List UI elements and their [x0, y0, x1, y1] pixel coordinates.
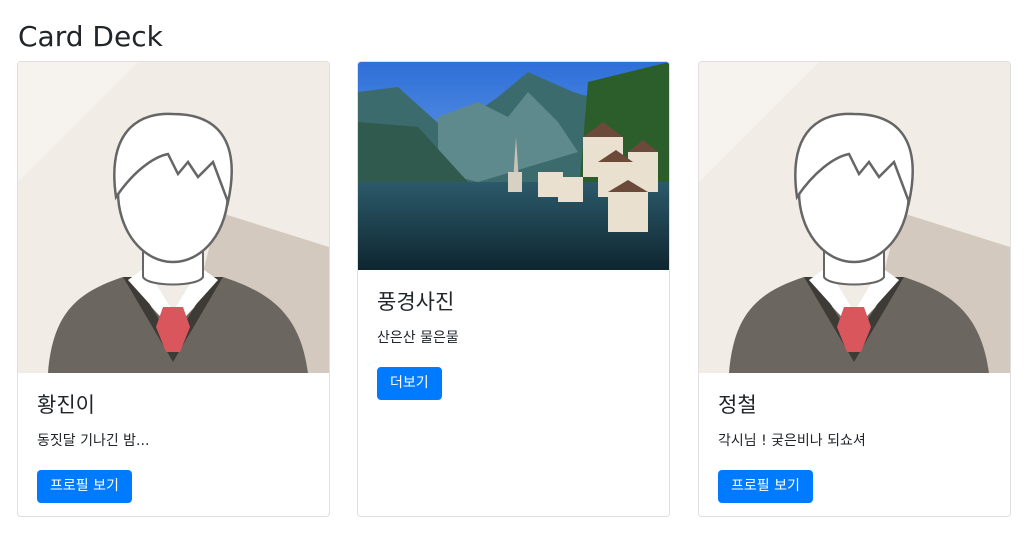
profile-card-1: 황진이 동짓달 기나긴 밤... 프로필 보기	[17, 61, 330, 517]
landscape-card: 풍경사진 산은산 물은물 더보기	[357, 61, 670, 517]
landscape-image	[358, 62, 669, 270]
view-profile-button[interactable]: 프로필 보기	[37, 469, 132, 504]
card-title: 풍경사진	[377, 290, 455, 314]
view-profile-button[interactable]: 프로필 보기	[718, 469, 813, 504]
card-text: 각시님 ! 궂은비나 되쇼셔	[718, 433, 866, 450]
profile-card-2: 정철 각시님 ! 궂은비나 되쇼셔 프로필 보기	[698, 61, 1011, 517]
card-text: 산은산 물은물	[377, 330, 459, 347]
avatar-image	[699, 62, 1010, 373]
card-text: 동짓달 기나긴 밤...	[37, 433, 150, 450]
card-title: 황진이	[37, 393, 95, 417]
page-title: Card Deck	[18, 20, 163, 53]
more-button[interactable]: 더보기	[377, 366, 442, 401]
card-title: 정철	[718, 393, 757, 417]
avatar-image	[18, 62, 329, 373]
